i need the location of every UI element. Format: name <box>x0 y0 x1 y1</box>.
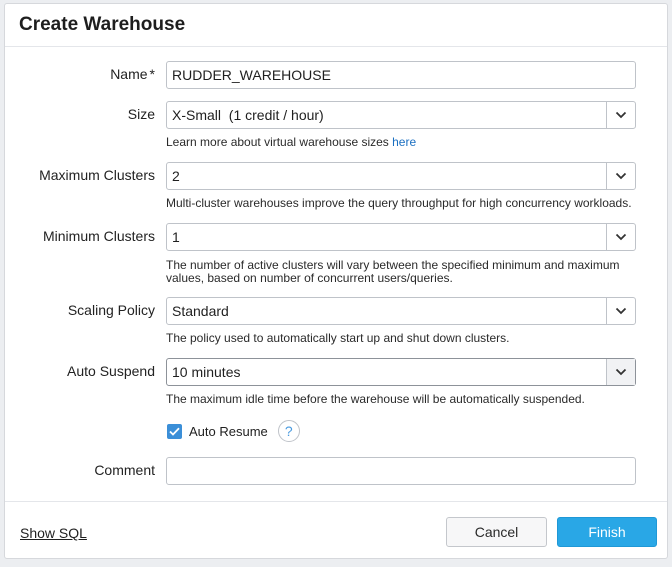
required-mark: * <box>149 66 155 82</box>
max-clusters-label: Maximum Clusters <box>39 167 155 183</box>
max-clusters-value: 2 <box>172 168 180 184</box>
scaling-policy-value: Standard <box>172 303 229 319</box>
auto-suspend-help: The maximum idle time before the warehou… <box>166 392 585 406</box>
name-input[interactable]: RUDDER_WAREHOUSE <box>166 61 636 89</box>
dialog-title: Create Warehouse <box>19 14 186 35</box>
size-select[interactable]: X-Small (1 credit / hour) <box>166 101 636 129</box>
scaling-policy-help: The policy used to automatically start u… <box>166 331 510 345</box>
auto-resume-row: Auto Resume ? <box>167 420 300 442</box>
auto-suspend-label: Auto Suspend <box>67 363 155 379</box>
chevron-down-icon[interactable] <box>606 298 635 324</box>
help-icon[interactable]: ? <box>277 420 300 442</box>
finish-button[interactable]: Finish <box>557 517 657 547</box>
size-help: Learn more about virtual warehouse sizes… <box>166 136 636 149</box>
name-input-value: RUDDER_WAREHOUSE <box>172 67 331 83</box>
create-warehouse-dialog: Create Warehouse Name * RUDDER_WAREHOUSE … <box>4 3 668 559</box>
auto-resume-checkbox[interactable] <box>167 423 182 439</box>
show-sql-link[interactable]: Show SQL <box>20 525 87 541</box>
chevron-down-icon[interactable] <box>606 359 635 385</box>
auto-resume-label[interactable]: Auto Resume <box>189 424 268 439</box>
min-clusters-help: The number of active clusters will vary … <box>166 258 620 285</box>
min-clusters-select[interactable]: 1 <box>166 223 636 251</box>
auto-suspend-value: 10 minutes <box>172 364 241 380</box>
scaling-policy-select[interactable]: Standard <box>166 297 636 325</box>
comment-input[interactable] <box>166 457 636 485</box>
max-clusters-select[interactable]: 2 <box>166 162 636 190</box>
name-label-text: Name <box>110 66 148 82</box>
chevron-down-icon[interactable] <box>606 102 635 128</box>
chevron-down-icon[interactable] <box>606 224 635 250</box>
size-help-link[interactable]: here <box>392 135 416 149</box>
auto-suspend-select[interactable]: 10 minutes <box>166 358 636 386</box>
checkmark-icon <box>169 427 180 436</box>
footer-divider <box>5 501 667 502</box>
max-clusters-help: Multi-cluster warehouses improve the que… <box>166 196 632 210</box>
scaling-policy-label: Scaling Policy <box>67 302 155 318</box>
cancel-button[interactable]: Cancel <box>446 517 547 547</box>
comment-label: Comment <box>94 462 155 478</box>
size-select-value: X-Small (1 credit / hour) <box>172 107 324 123</box>
min-clusters-label: Minimum Clusters <box>42 228 155 244</box>
header-divider <box>5 46 667 47</box>
size-label: Size <box>127 106 155 122</box>
size-help-text: Learn more about virtual warehouse sizes <box>166 135 393 149</box>
min-clusters-value: 1 <box>172 229 180 245</box>
chevron-down-icon[interactable] <box>606 163 635 189</box>
name-label: Name * <box>110 66 155 82</box>
